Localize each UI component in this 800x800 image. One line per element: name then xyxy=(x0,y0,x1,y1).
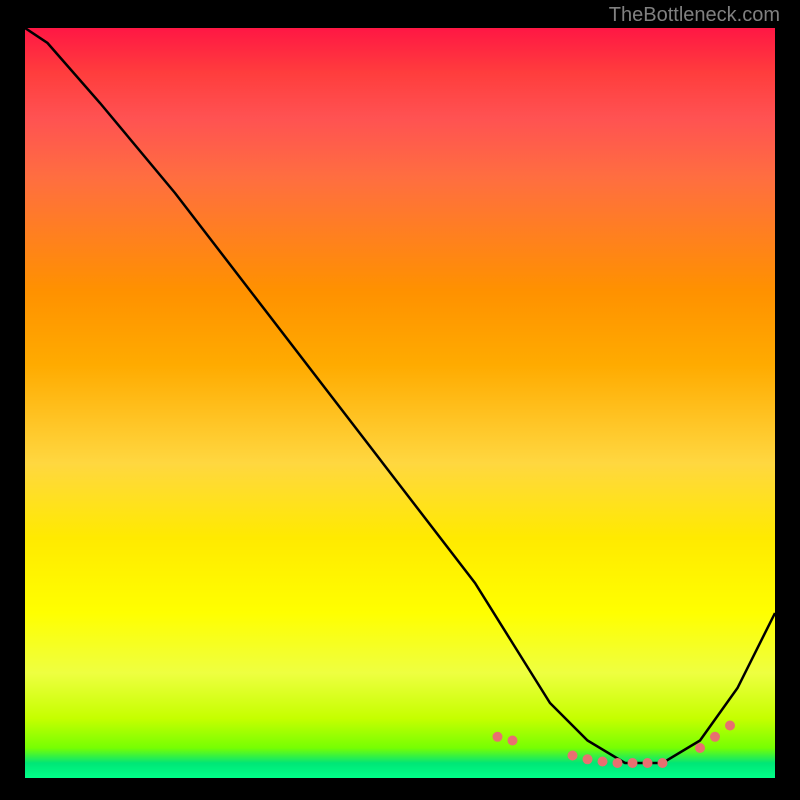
curve-marker xyxy=(710,732,720,742)
curve-marker xyxy=(508,736,518,746)
curve-marker xyxy=(725,721,735,731)
curve-marker xyxy=(568,751,578,761)
bottleneck-chart xyxy=(25,28,775,778)
curve-marker xyxy=(643,758,653,768)
curve-marker xyxy=(658,758,668,768)
curve-marker xyxy=(628,758,638,768)
curve-marker xyxy=(598,757,608,767)
curve-marker xyxy=(613,758,623,768)
attribution-text: TheBottleneck.com xyxy=(609,4,780,27)
curve-marker xyxy=(583,754,593,764)
bottleneck-curve-line xyxy=(25,28,775,763)
curve-markers xyxy=(493,721,736,769)
curve-marker xyxy=(695,743,705,753)
curve-marker xyxy=(493,732,503,742)
